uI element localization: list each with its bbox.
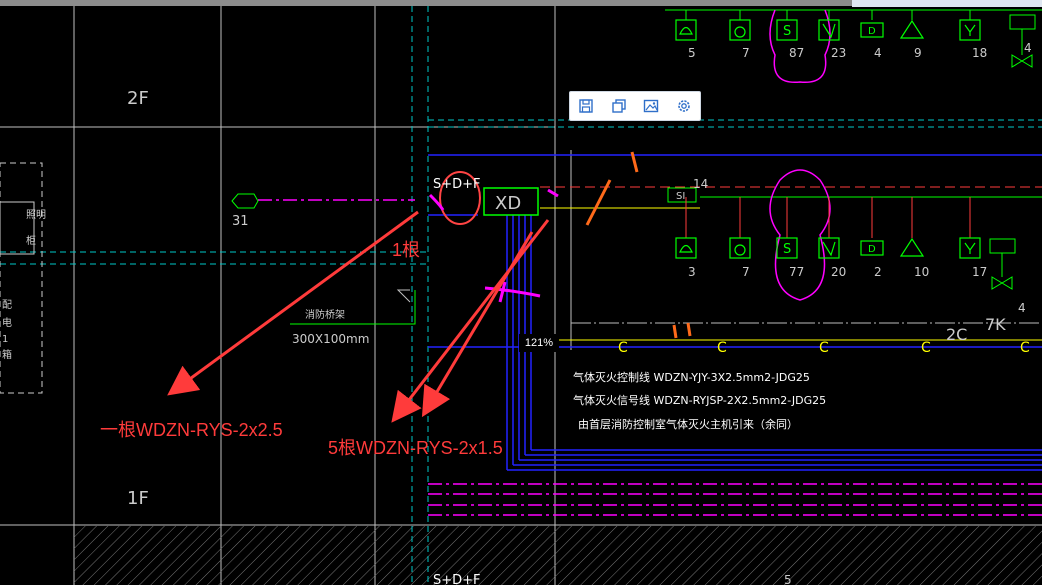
zone-2c: 2C [946, 325, 967, 344]
bottom-5-label: 5 [784, 573, 792, 585]
floor-2f: 2F [127, 88, 149, 109]
device-s-icon: S 77 [776, 197, 804, 279]
gas-c-label: C [921, 340, 931, 356]
title-strip [0, 0, 852, 6]
device-d-icon: D4 [860, 10, 884, 60]
device-row-mid: 3 7S77 20D2 10 17 [675, 197, 987, 279]
valve-top-label: 4 [1024, 41, 1032, 55]
device-bell-icon: 9 [899, 10, 925, 60]
device-31-label: 31 [232, 214, 249, 229]
magenta-marks [428, 188, 559, 303]
device-d-icon: D2 [860, 197, 884, 279]
si-count: 14 [693, 177, 708, 191]
device-count-label: 2 [874, 265, 882, 279]
device-count-label: 4 [874, 46, 882, 60]
copy-icon[interactable] [608, 95, 630, 117]
device-count-label: 17 [972, 265, 987, 279]
legend-line-1: 气体灭火控制线 WDZN-YJY-3X2.5mm2-JDG25 [573, 370, 810, 384]
annotation-one-root: 1根 [392, 240, 421, 260]
device-count-label: 20 [831, 265, 846, 279]
valve-mid-box [989, 238, 1016, 254]
device-alarm-icon: 23 [818, 10, 846, 60]
valve-top-box [1009, 14, 1036, 30]
left-panel-char: 配 [2, 299, 12, 311]
valve-mid-icon [991, 276, 1013, 290]
device-smoke-icon: 7 [729, 10, 751, 60]
svg-text:S: S [783, 242, 791, 257]
magenta-bands [258, 199, 1042, 516]
device-bell-icon: 10 [899, 197, 929, 279]
grid-lines [0, 6, 1042, 585]
device-phone-icon: 3 [675, 197, 697, 279]
device-count-label: 10 [914, 265, 929, 279]
left-panel-char: 箱 [2, 348, 12, 361]
device-count-label: 9 [914, 46, 922, 60]
left-panel-char: 照明 [26, 209, 46, 221]
sd-plus-label: S+D+F [433, 177, 481, 192]
device-phone-icon: 5 [675, 10, 697, 60]
device-y-icon: 18 [959, 10, 987, 60]
annotation-cable-one: 一根WDZN-RYS-2x2.5 [100, 420, 283, 440]
device-alarm-icon: 20 [818, 197, 846, 279]
device-count-label: 87 [789, 46, 804, 60]
floor-1f: 1F [127, 488, 149, 509]
zone-7k: 7K [985, 315, 1006, 334]
svg-text:D: D [868, 244, 876, 255]
device-row-top: 5 7S87 23D4 9 18 [675, 10, 987, 60]
zoom-indicator: 121% [519, 334, 559, 352]
left-panel-char: 电 [2, 316, 12, 329]
gas-c-label: C [618, 340, 628, 356]
floor-hatch [74, 526, 1042, 585]
device-count-label: 5 [688, 46, 696, 60]
cad-drawing: 5 7S87 23D4 9 18 3 7S77 20D2 10 17 CCCCC 2F 1F 3… [0, 0, 1042, 585]
device-s-icon: S 87 [776, 10, 804, 60]
legend-line-2: 气体灭火信号线 WDZN-RYJSP-2X2.5mm2-JDG25 [573, 393, 826, 407]
ribbon-edge [852, 0, 1042, 7]
si-label: SI [676, 191, 685, 202]
left-panel-text: 照明柜配电 1 箱 [2, 209, 46, 361]
svg-text:D: D [868, 26, 876, 37]
valve-group [989, 14, 1036, 290]
device-count-label: 3 [688, 265, 696, 279]
left-panel-char: 1 [2, 334, 8, 345]
valve-top-icon [1011, 54, 1033, 68]
cad-viewer: 5 7 S 87 23 D 4 9 18 3 7 S 77 20 D 2 10 17 CCCCC 2F 1F 3… [0, 0, 1042, 585]
device-count-label: 18 [972, 46, 987, 60]
xd-label: XD [495, 193, 521, 214]
image-icon[interactable] [640, 95, 662, 117]
device-count-label: 23 [831, 46, 846, 60]
device-y-icon: 17 [959, 197, 987, 279]
device-count-label: 77 [789, 265, 804, 279]
device-31-symbol [231, 193, 259, 209]
save-icon[interactable] [575, 95, 597, 117]
duct-mark [396, 289, 411, 303]
device-count-label: 7 [742, 265, 750, 279]
gas-c-markers: CCCCC [618, 340, 1030, 356]
device-smoke-icon: 7 [729, 197, 751, 279]
gas-c-label: C [1020, 340, 1030, 356]
legend-line-3: 由首层消防控制室气体灭火主机引来（余同） [578, 417, 798, 431]
annotation-cable-five: 5根WDZN-RYS-2x1.5 [328, 438, 503, 458]
sd-plus-bottom-label: S+D+F [433, 573, 481, 585]
gas-c-label: C [717, 340, 727, 356]
riser-lines [0, 6, 1042, 585]
valve-mid-label: 4 [1018, 301, 1026, 315]
device-count-label: 7 [742, 46, 750, 60]
annotation-arrows [167, 210, 550, 423]
svg-text:S: S [783, 24, 791, 39]
left-panel-char: 柜 [26, 234, 36, 247]
duct-size: 300X100mm [292, 332, 369, 346]
gas-c-label: C [819, 340, 829, 356]
settings-icon[interactable] [673, 95, 695, 117]
duct-label: 消防桥架 [305, 308, 345, 321]
floating-toolbar [569, 91, 701, 121]
